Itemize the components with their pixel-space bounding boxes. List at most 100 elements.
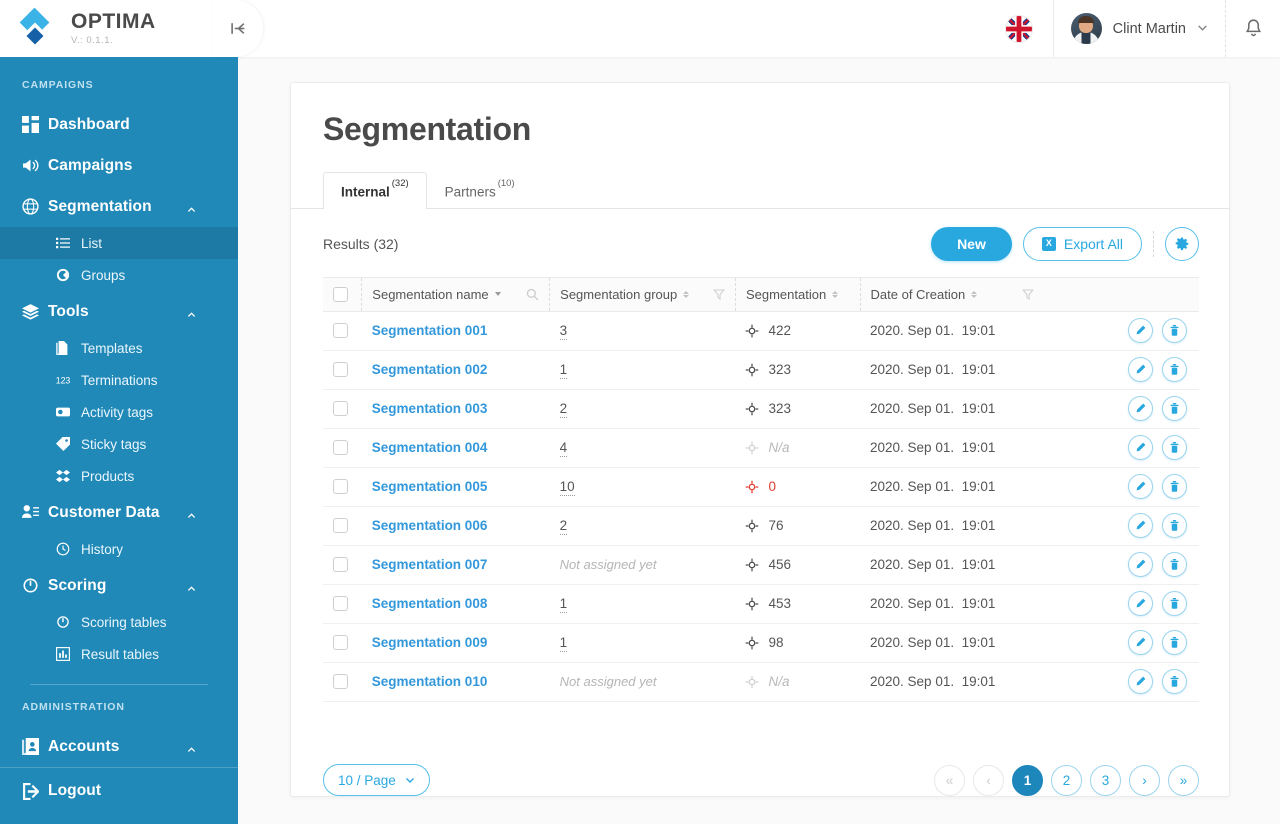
- sidebar-item-groups[interactable]: Groups: [0, 259, 238, 291]
- edit-row-button[interactable]: [1128, 552, 1153, 577]
- edit-row-button[interactable]: [1128, 474, 1153, 499]
- segmentation-cell: 98: [735, 623, 861, 663]
- segmentation-name-link[interactable]: Segmentation 006: [372, 518, 488, 533]
- sidebar-item-templates[interactable]: Templates: [0, 332, 238, 364]
- tab-internal[interactable]: Internal(32): [323, 172, 427, 209]
- delete-row-button[interactable]: [1162, 669, 1187, 694]
- delete-row-button[interactable]: [1162, 630, 1187, 655]
- segmentation-name-link[interactable]: Segmentation 005: [372, 479, 488, 494]
- filter-icon[interactable]: [712, 288, 725, 300]
- row-checkbox[interactable]: [333, 518, 348, 533]
- delete-row-button[interactable]: [1162, 318, 1187, 343]
- column-segmentation[interactable]: Segmentation: [734, 276, 861, 312]
- sidebar-item-result-tables[interactable]: Result tables: [0, 638, 238, 670]
- row-checkbox[interactable]: [333, 362, 348, 377]
- column-segmentation-group[interactable]: Segmentation group: [549, 276, 736, 312]
- row-checkbox[interactable]: [333, 323, 348, 338]
- segmentation-name-link[interactable]: Segmentation 004: [372, 440, 488, 455]
- delete-row-button[interactable]: [1162, 435, 1187, 460]
- sidebar-item-products[interactable]: Products: [0, 460, 238, 492]
- sidebar-item-tools[interactable]: Tools: [0, 291, 238, 332]
- edit-row-button[interactable]: [1128, 357, 1153, 382]
- chevron-up-icon[interactable]: [187, 201, 196, 212]
- row-checkbox[interactable]: [333, 479, 348, 494]
- sort-icon[interactable]: [832, 290, 839, 298]
- row-checkbox[interactable]: [333, 674, 348, 689]
- sidebar-item-accounts[interactable]: Accounts: [0, 726, 238, 767]
- edit-row-button[interactable]: [1128, 630, 1153, 655]
- per-page-select[interactable]: 10 / Page: [323, 764, 430, 796]
- sort-icon[interactable]: [683, 290, 690, 298]
- new-button[interactable]: New: [931, 226, 1012, 261]
- edit-row-button[interactable]: [1128, 591, 1153, 616]
- row-checkbox[interactable]: [333, 635, 348, 650]
- crosshair-icon: [746, 636, 759, 649]
- row-checkbox[interactable]: [333, 440, 348, 455]
- notifications-button[interactable]: [1226, 0, 1280, 57]
- table-settings-button[interactable]: [1165, 226, 1199, 261]
- sidebar-item-segmentation[interactable]: Segmentation: [0, 186, 238, 227]
- sidebar-item-campaigns[interactable]: Campaigns: [0, 145, 238, 186]
- language-switcher[interactable]: [1004, 14, 1033, 43]
- segmentation-name-link[interactable]: Segmentation 008: [372, 596, 488, 611]
- sidebar-item-dashboard[interactable]: Dashboard: [0, 104, 238, 145]
- segmentation-name-link[interactable]: Segmentation 003: [372, 401, 488, 416]
- edit-row-button[interactable]: [1128, 318, 1153, 343]
- chevron-down-icon[interactable]: [1197, 20, 1208, 38]
- segmentation-name-cell: Segmentation 009: [361, 623, 550, 663]
- date-of-creation-cell: 2020. Sep 01. 19:01: [860, 428, 1044, 468]
- row-checkbox[interactable]: [333, 596, 348, 611]
- user-menu[interactable]: Clint Martin: [1054, 0, 1225, 57]
- page-3[interactable]: 3: [1090, 764, 1121, 796]
- chevron-up-icon[interactable]: [187, 507, 196, 518]
- column-date-of-creation[interactable]: Date of Creation: [859, 276, 1044, 312]
- delete-row-button[interactable]: [1162, 474, 1187, 499]
- delete-row-button[interactable]: [1162, 396, 1187, 421]
- sidebar-item-history[interactable]: History: [0, 533, 238, 565]
- delete-row-button[interactable]: [1162, 513, 1187, 538]
- tab-partners[interactable]: Partners(10): [427, 172, 533, 209]
- page-1[interactable]: 1: [1012, 764, 1043, 796]
- sidebar-item-scoring[interactable]: Scoring: [0, 565, 238, 606]
- segmentation-group-cell: 1: [549, 584, 736, 624]
- row-checkbox[interactable]: [333, 557, 348, 572]
- delete-row-button[interactable]: [1162, 591, 1187, 616]
- delete-row-button[interactable]: [1162, 552, 1187, 577]
- row-checkbox[interactable]: [333, 401, 348, 416]
- column-label: Date of Creation: [870, 286, 966, 302]
- crosshair-icon: [746, 363, 759, 376]
- segmentation-name-link[interactable]: Segmentation 001: [372, 323, 488, 338]
- edit-row-button[interactable]: [1128, 435, 1153, 460]
- sidebar-item-logout[interactable]: Logout: [0, 768, 238, 814]
- edit-row-button[interactable]: [1128, 396, 1153, 421]
- segmentation-name-link[interactable]: Segmentation 002: [372, 362, 488, 377]
- select-all-checkbox[interactable]: [333, 286, 348, 302]
- date-of-creation-cell: 2020. Sep 01. 19:01: [860, 506, 1044, 546]
- delete-row-button[interactable]: [1162, 357, 1187, 382]
- last-page[interactable]: »: [1168, 764, 1199, 796]
- sidebar-item-terminations[interactable]: 123 Terminations: [0, 364, 238, 396]
- sort-icon[interactable]: [971, 290, 978, 298]
- chevron-up-icon[interactable]: [187, 306, 196, 317]
- circle-icon: [56, 268, 81, 282]
- filter-icon[interactable]: [1021, 288, 1034, 300]
- segmentation-name-link[interactable]: Segmentation 010: [372, 674, 488, 689]
- creation-time: 19:01: [961, 635, 996, 650]
- edit-row-button[interactable]: [1128, 669, 1153, 694]
- column-segmentation-name[interactable]: Segmentation name: [361, 276, 550, 312]
- chevron-up-icon[interactable]: [187, 741, 196, 752]
- sidebar-item-customer-data[interactable]: Customer Data: [0, 492, 238, 533]
- chevron-up-icon[interactable]: [187, 580, 196, 591]
- segmentation-name-link[interactable]: Segmentation 007: [372, 557, 488, 572]
- sidebar-item-sticky-tags[interactable]: Sticky tags: [0, 428, 238, 460]
- sidebar-item-scoring-tables[interactable]: Scoring tables: [0, 606, 238, 638]
- sidebar-item-list[interactable]: List: [0, 227, 238, 259]
- next-page[interactable]: ›: [1129, 764, 1160, 796]
- page-2[interactable]: 2: [1051, 764, 1082, 796]
- edit-row-button[interactable]: [1128, 513, 1153, 538]
- sidebar-item-activity-tags[interactable]: Activity tags: [0, 396, 238, 428]
- sort-desc-icon[interactable]: [494, 292, 501, 296]
- search-icon[interactable]: [526, 288, 539, 301]
- export-all-button[interactable]: X Export All: [1022, 226, 1142, 261]
- segmentation-name-link[interactable]: Segmentation 009: [372, 635, 488, 650]
